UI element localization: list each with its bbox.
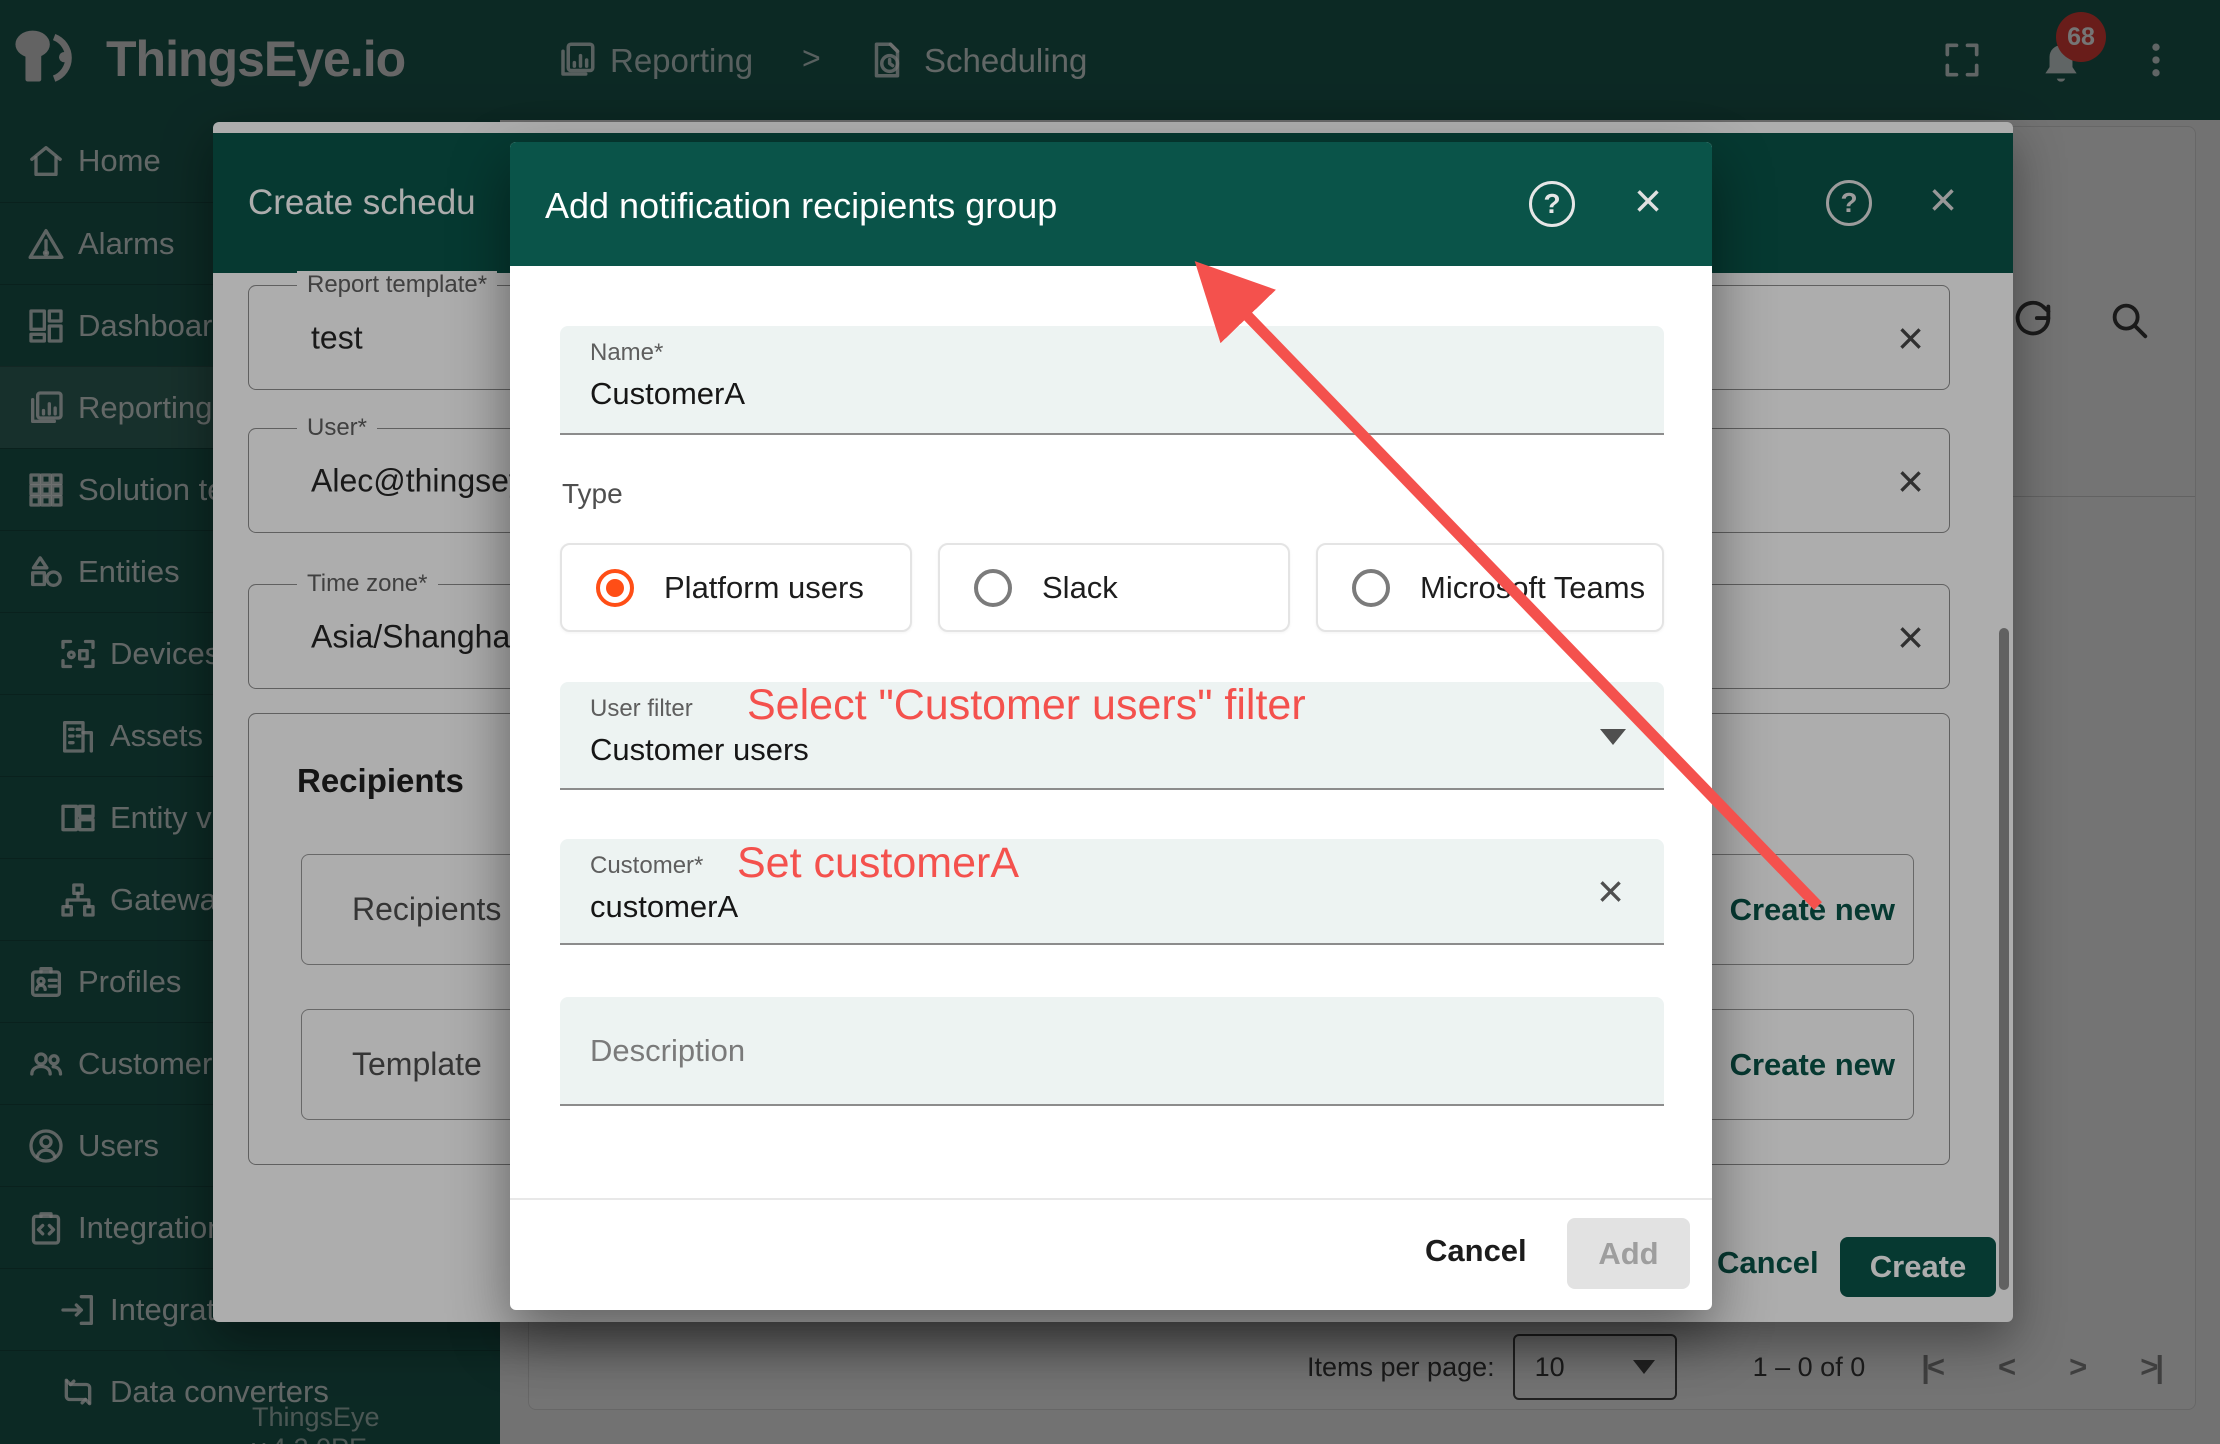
clear-customer-icon[interactable]: × (1597, 868, 1624, 914)
description-field[interactable]: Description (560, 997, 1664, 1106)
modal-header: Add notification recipients group ? × (510, 142, 1712, 266)
radio-unselected-icon[interactable] (1352, 569, 1390, 607)
type-option-platform-users[interactable]: Platform users (560, 543, 912, 632)
modal-title: Add notification recipients group (545, 185, 1057, 227)
add-recipients-group-modal: Add notification recipients group ? × Na… (510, 142, 1712, 1310)
modal-cancel-button[interactable]: Cancel (1425, 1233, 1527, 1269)
modal-help-icon[interactable]: ? (1529, 181, 1575, 227)
user-filter-select[interactable]: User filter Customer users (560, 682, 1664, 790)
customer-field[interactable]: Customer* customerA × (560, 839, 1664, 945)
radio-selected-icon[interactable] (596, 569, 634, 607)
radio-unselected-icon[interactable] (974, 569, 1012, 607)
type-option-microsoft-teams[interactable]: Microsoft Teams (1316, 543, 1664, 632)
dropdown-arrow-icon (1600, 729, 1626, 745)
type-option-slack[interactable]: Slack (938, 543, 1290, 632)
name-field[interactable]: Name* CustomerA (560, 326, 1664, 435)
screen: ThingsEye.io Reporting > Scheduling 68 H… (0, 0, 2220, 1444)
type-label: Type (562, 478, 623, 510)
modal-add-button[interactable]: Add (1567, 1218, 1690, 1289)
modal-close-icon[interactable]: × (1625, 181, 1671, 227)
modal-footer-divider (510, 1198, 1712, 1200)
